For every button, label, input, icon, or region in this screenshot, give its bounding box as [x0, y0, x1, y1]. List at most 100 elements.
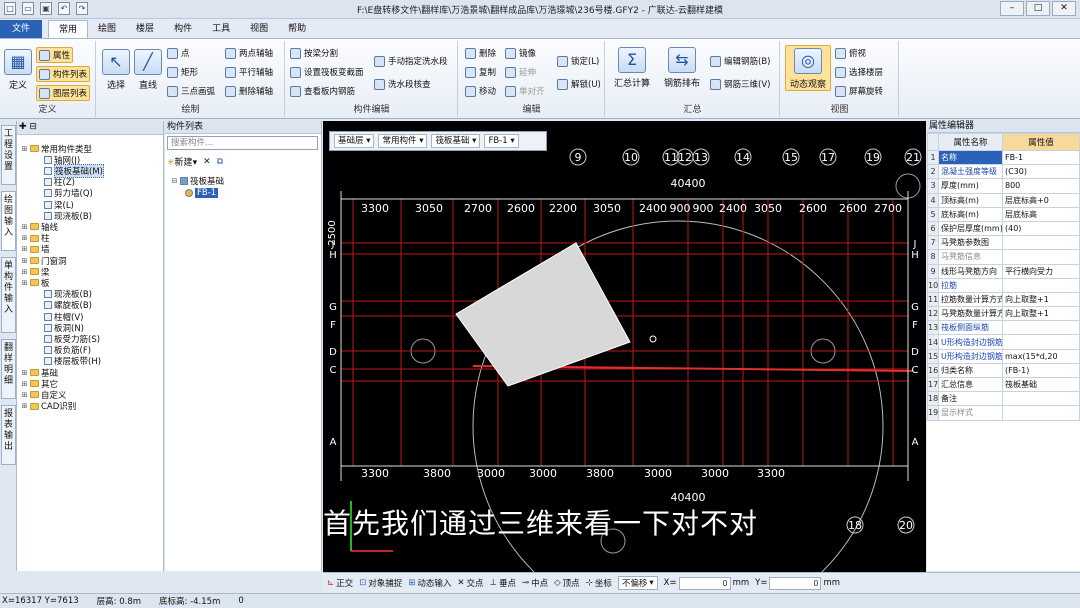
prop-value[interactable]: 筏板基础	[1002, 376, 1080, 393]
tab-report[interactable]: 报表输出	[1, 405, 16, 465]
prop-row[interactable]: 5 底标高(m) 层底标高	[927, 206, 1080, 222]
prop-row[interactable]: 6 保护层厚度(mm) (40)	[927, 220, 1080, 237]
move-button[interactable]: 移动	[465, 85, 496, 97]
top-view-button[interactable]: 俯视	[835, 47, 866, 59]
menu-tab-view[interactable]: 视图	[240, 20, 278, 38]
prop-value[interactable]	[1002, 277, 1080, 293]
tree-add-icon[interactable]: ✚	[19, 122, 27, 132]
dyn-input-toggle[interactable]: ⊞ 动态输入	[408, 577, 451, 589]
menu-tab-common[interactable]: 常用	[48, 20, 89, 38]
vertex-toggle[interactable]: ◇ 顶点	[554, 577, 580, 589]
y-input[interactable]: 0	[769, 576, 822, 590]
expand-toggle-icon[interactable]: ⊞	[21, 380, 28, 388]
tree-item[interactable]: 梁(L)	[35, 199, 74, 211]
new-comp-button[interactable]: ✳新建▾	[167, 155, 197, 168]
expand-toggle-icon[interactable]: ⊞	[21, 268, 28, 276]
prop-row[interactable]: 7 马凳筋参数图	[927, 235, 1080, 251]
complist-item-fb1[interactable]: FB-1	[185, 187, 219, 198]
prop-value[interactable]: (40)	[1002, 220, 1080, 237]
prop-value[interactable]: 向上取整+1	[1002, 306, 1080, 322]
tree-item[interactable]: ⊞ 其它	[21, 378, 58, 390]
mid-toggle[interactable]: ⊸ 中点	[522, 577, 548, 589]
tree-item[interactable]: ⊞ 常用构件类型	[21, 143, 92, 155]
prop-row[interactable]: 10 拉筋	[927, 277, 1080, 293]
prop-value[interactable]	[1002, 334, 1080, 350]
tree-item[interactable]: ⊞ 门窗洞	[21, 255, 67, 267]
comp-type-select[interactable]: 常用构件 ▾	[378, 134, 428, 148]
property-button[interactable]: 属性	[36, 47, 74, 63]
tree-item[interactable]: ⊞ 柱	[21, 233, 50, 244]
expand-toggle-icon[interactable]: ⊞	[21, 257, 28, 265]
tree-item[interactable]: 螺旋板(B)	[35, 300, 92, 311]
prop-value[interactable]: 800	[1002, 178, 1080, 194]
perp-toggle[interactable]: ⊥ 垂点	[490, 577, 516, 589]
two-point-axis-button[interactable]: 两点辅轴	[225, 47, 273, 59]
complist-search-input[interactable]: 搜索构件...	[167, 136, 318, 150]
tree-item[interactable]: ⊞ 墙	[21, 244, 50, 255]
prop-row[interactable]: 16 归类名称 (FB-1)	[927, 362, 1080, 379]
prop-row[interactable]: 12 马凳筋数量计算方 向上取整+1	[927, 306, 1080, 322]
screen-rotate-button[interactable]: 屏幕旋转	[835, 85, 883, 97]
arc3-button[interactable]: 三点画弧	[167, 85, 215, 97]
prop-row[interactable]: 1 名称 FB-1	[927, 149, 1080, 166]
rebar-3d-button[interactable]: 钢筋三维(V)	[710, 78, 770, 90]
comp-list-button[interactable]: 构件列表	[36, 66, 91, 82]
select-layer-button[interactable]: 选择楼层	[835, 66, 883, 78]
prop-value[interactable]: 平行横向受力	[1002, 263, 1080, 279]
floor-select[interactable]: 基础层 ▾	[334, 134, 375, 148]
prop-value[interactable]: (FB-1)	[1002, 362, 1080, 379]
tree-item[interactable]: ⊞ 梁	[21, 266, 50, 278]
tab-draw-input[interactable]: 绘图输入	[1, 191, 16, 251]
tab-project-settings[interactable]: 工程设置	[1, 125, 16, 185]
tree-item[interactable]: 板负筋(F)	[35, 345, 91, 356]
set-slope-button[interactable]: 设置筏板变截面	[290, 66, 364, 78]
define-button[interactable]: ▦ 定义	[4, 49, 32, 91]
tree-item[interactable]: ⊞ 自定义	[21, 389, 67, 401]
select-button[interactable]: ↖ 选择	[101, 49, 131, 91]
tree-item[interactable]: 现浇板(B)	[35, 289, 92, 300]
point-button[interactable]: 点	[167, 47, 190, 59]
prop-value[interactable]: (C30)	[1002, 164, 1080, 180]
tree-item[interactable]: ⊞ 基础	[21, 367, 58, 379]
delete-axis-button[interactable]: 删除辅轴	[225, 85, 273, 97]
copy-comp-icon[interactable]: ⧉	[217, 157, 223, 167]
tree-item[interactable]: ⊞ CAD识别	[21, 401, 77, 412]
expand-toggle-icon[interactable]: ⊞	[21, 391, 28, 399]
edit-rebar-button[interactable]: 编辑钢筋(B)	[710, 55, 770, 67]
menu-tab-tools[interactable]: 工具	[202, 20, 240, 38]
menu-tab-floor[interactable]: 楼层	[126, 20, 164, 38]
menu-tab-draw[interactable]: 绘图	[88, 20, 126, 38]
summary-calc-button[interactable]: Σ 汇总计算	[612, 47, 652, 89]
delete-comp-icon[interactable]: ✕	[203, 157, 211, 167]
tree-item[interactable]: ⊞ 板	[21, 277, 50, 289]
menu-tab-component[interactable]: 构件	[164, 20, 202, 38]
layer-list-button[interactable]: 图层列表	[36, 85, 91, 101]
prop-value[interactable]: max(15*d,20	[1002, 348, 1080, 364]
tab-single-comp-input[interactable]: 单构件输入	[1, 257, 16, 333]
close-icon[interactable]: ✕	[1052, 1, 1076, 16]
parallel-axis-button[interactable]: 平行辅轴	[225, 66, 273, 78]
drawing-canvas[interactable]: 9 10 11 12 13 14 15 17 19 21 40400 3300 3050 2700 2600…	[323, 121, 926, 572]
copy-button[interactable]: 复制	[465, 66, 496, 78]
prop-row[interactable]: 2 混凝土强度等级 (C30)	[927, 164, 1080, 180]
expand-toggle-icon[interactable]: ⊞	[21, 234, 28, 242]
x-input[interactable]: 0	[678, 576, 731, 590]
complist-group[interactable]: ⊟ 筏板基础	[171, 175, 224, 187]
prop-value[interactable]	[1002, 249, 1080, 265]
menu-tab-help[interactable]: 帮助	[278, 20, 316, 38]
rebar-layout-button[interactable]: ⇆ 钢筋排布	[662, 47, 702, 89]
lock-button[interactable]: 锁定(L)	[557, 55, 599, 67]
split-board-button[interactable]: 按梁分割	[290, 47, 338, 59]
mirror-button[interactable]: 镜像	[505, 47, 536, 59]
prop-row[interactable]: 19 显示样式	[927, 405, 1080, 421]
dynamic-view-button[interactable]: ◎ 动态观察	[785, 45, 831, 91]
tree-item[interactable]: 柱(Z)	[35, 177, 75, 188]
prop-row[interactable]: 3 厚度(mm) 800	[927, 178, 1080, 194]
prop-row[interactable]: 15 U形构造封边钢筋 max(15*d,20	[927, 348, 1080, 364]
comp-name-select[interactable]: FB-1 ▾	[484, 134, 519, 148]
manual-water-button[interactable]: 手动指定洗水段	[374, 55, 448, 67]
tab-detail[interactable]: 翻样明细	[1, 339, 16, 399]
prop-value[interactable]: 层底标高+0	[1002, 192, 1080, 208]
extend-button[interactable]: 延伸	[505, 66, 536, 78]
align-button[interactable]: 单对齐	[505, 85, 545, 97]
